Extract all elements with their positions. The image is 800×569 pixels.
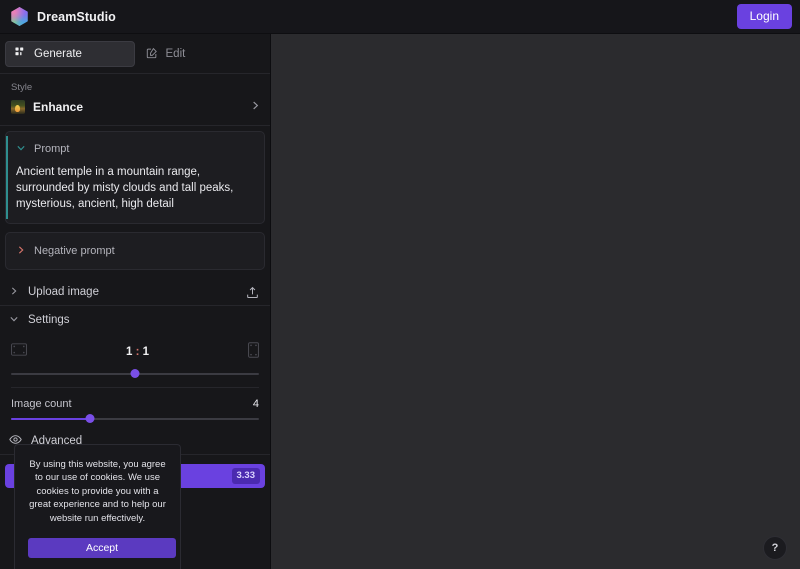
negative-prompt-header[interactable]: Negative prompt [6,233,264,269]
landscape-frame-icon[interactable] [11,343,27,361]
aspect-ratio-value: 1 : 1 [125,346,150,358]
dream-credits-badge: 3.33 [231,468,260,484]
chevron-down-icon [16,140,26,158]
chevron-down-icon [9,311,19,329]
style-section: Style Enhance [0,74,270,125]
aspect-ratio-slider[interactable] [11,367,259,381]
left-sidebar-panel: Generate Edit Style Enhance Prompt Ancie… [0,34,271,569]
negative-prompt-card[interactable]: Negative prompt [5,232,265,270]
tab-generate-label: Generate [34,48,82,60]
style-selector[interactable]: Enhance [11,98,261,116]
style-value: Enhance [33,100,84,114]
dreamstudio-hex-logo-icon [11,7,28,26]
settings-body: 1 : 1 Image count 4 [0,333,270,426]
prompt-header[interactable]: Prompt [6,132,264,164]
login-button[interactable]: Login [736,4,792,29]
prompt-title: Prompt [34,143,70,155]
cookie-text: By using this website, you agree to our … [29,458,166,524]
divider [11,387,259,388]
image-count-label: Image count [11,398,72,410]
chevron-right-icon [250,98,261,116]
pencil-square-icon [146,47,158,62]
divider [0,305,270,306]
upload-image-label: Upload image [28,286,99,298]
tab-edit[interactable]: Edit [136,41,266,67]
prompt-textarea[interactable]: Ancient temple in a mountain range, surr… [6,164,264,223]
aspect-ratio-line: 1 : 1 [11,339,259,365]
negative-prompt-title: Negative prompt [34,245,115,257]
mode-tabs: Generate Edit [0,34,270,73]
chevron-right-icon [9,283,19,301]
chevron-right-icon [16,242,26,260]
portrait-frame-icon[interactable] [248,341,259,363]
divider [0,125,270,126]
style-label: Style [11,82,33,93]
tab-generate[interactable]: Generate [5,41,135,67]
slider-thumb[interactable] [130,369,140,378]
image-canvas-area[interactable]: ? [271,34,800,569]
grid-icon [15,47,26,61]
upload-image-row[interactable]: Upload image [0,279,270,305]
cookie-accept-button[interactable]: Accept [28,538,176,558]
top-bar: DreamStudio Login [0,0,800,34]
image-count-slider[interactable] [11,412,259,426]
prompt-card: Prompt Ancient temple in a mountain rang… [5,131,265,224]
style-thumbnail-icon [11,100,25,114]
image-count-line: Image count 4 [11,398,259,410]
cookie-consent-banner: By using this website, you agree to our … [14,443,181,569]
brand[interactable]: DreamStudio [10,7,116,26]
tab-edit-label: Edit [165,48,186,60]
help-button[interactable]: ? [763,536,787,560]
image-count-value: 4 [252,398,259,410]
brand-name: DreamStudio [37,9,116,24]
upload-icon[interactable] [246,286,259,299]
slider-fill [11,418,91,420]
settings-header[interactable]: Settings [0,307,270,333]
settings-label: Settings [28,314,70,326]
slider-thumb[interactable] [85,414,95,423]
